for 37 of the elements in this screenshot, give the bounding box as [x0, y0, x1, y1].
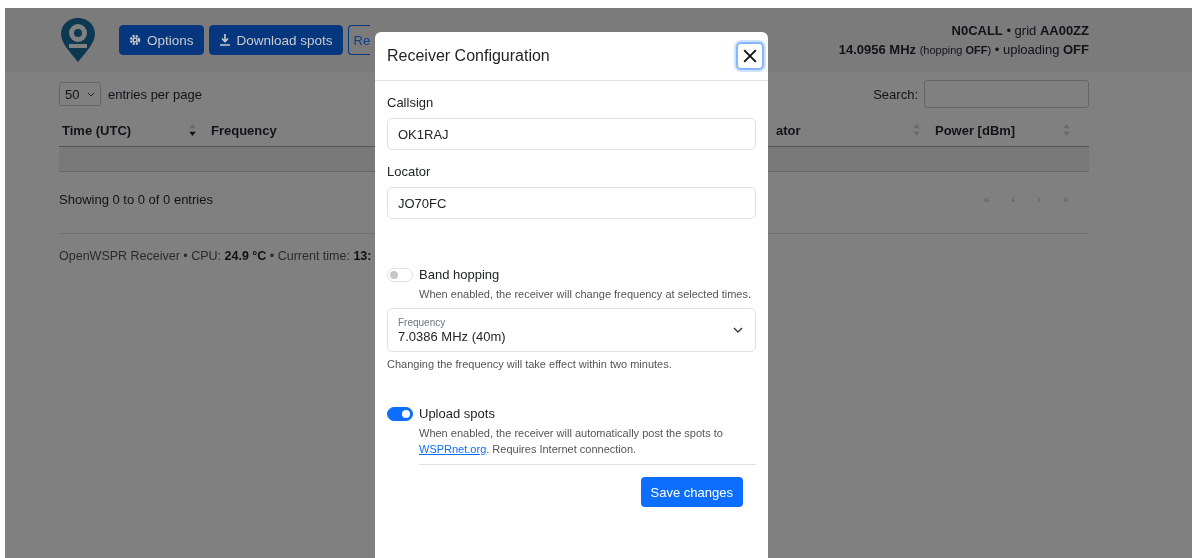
input-field[interactable]: JO70FC — [387, 187, 756, 219]
toggle-switch[interactable] — [387, 406, 413, 421]
footer-text: OpenWSPR Receiver • CPU: 24.9 °C • Current time: 13: — [59, 249, 372, 263]
sort-icon[interactable] — [189, 124, 196, 136]
help-text: When enabled, the receiver will change frequency at selected times. — [419, 287, 752, 302]
chevron-down-icon — [87, 91, 95, 97]
column-header[interactable]: Power [dBm] — [935, 122, 1016, 138]
gear-icon — [129, 34, 141, 46]
logo-icon — [60, 17, 96, 63]
help-text: When enabled, the receiver will automatically post the spots to WSPRnet.org. Requires Internet connection. — [419, 426, 724, 457]
field-label: Callsign — [387, 95, 435, 110]
column-header[interactable]: Time (UTC) — [62, 122, 132, 138]
field-label: Locator — [387, 164, 432, 179]
column-header[interactable]: ator — [776, 122, 801, 138]
frequency-select[interactable]: Frequency 7.0386 MHz (40m) — [387, 308, 756, 352]
search-field[interactable] — [924, 80, 1089, 108]
table-info: Showing 0 to 0 of 0 entries — [59, 191, 213, 207]
options-button[interactable]: Options — [119, 25, 204, 55]
input-field[interactable]: OK1RAJ — [387, 118, 756, 150]
switch-label: Upload spots — [419, 406, 495, 421]
station-info: N0CALL • grid AA00ZZ — [951, 22, 1089, 38]
close-button[interactable] — [736, 42, 764, 70]
hopping-status: (hopping OFF) — [919, 43, 992, 56]
page-size-label: entries per page — [108, 86, 202, 102]
search-label: Search: — [873, 86, 918, 102]
chevron-down-icon — [733, 327, 743, 333]
close-icon — [743, 49, 757, 63]
download-icon — [218, 34, 231, 46]
page-size-select[interactable]: 50 — [59, 82, 101, 106]
upload-status: • uploading OFF — [994, 41, 1089, 57]
save-button[interactable]: Save changes — [640, 477, 743, 507]
dialog-title: Receiver Configuration — [387, 47, 550, 65]
help-text: Changing the frequency will take effect within two minutes. — [387, 358, 673, 370]
download-button[interactable]: Download spots — [208, 25, 343, 55]
frequency-value: 14.0956 MHz — [838, 41, 917, 57]
column-header[interactable]: Frequency — [211, 122, 277, 138]
switch-label: Band hopping — [419, 267, 500, 282]
